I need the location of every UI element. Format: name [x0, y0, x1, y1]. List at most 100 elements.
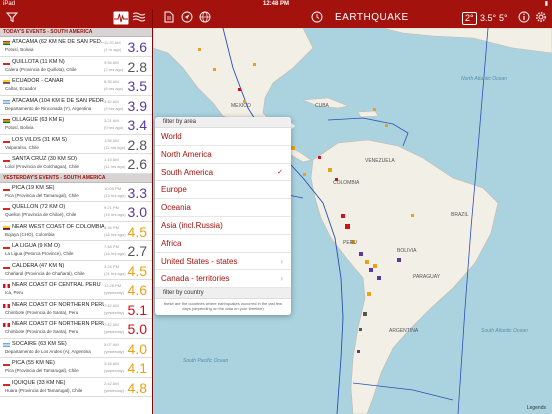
document-icon[interactable]: [161, 11, 177, 28]
quake-marker: [359, 328, 362, 331]
area-option-label: North America: [161, 149, 212, 159]
event-magnitude: 2.8: [127, 136, 147, 153]
event-time: 10:00 PM: [104, 185, 122, 191]
quake-marker: [373, 264, 377, 268]
filter-popover: filter by area World North America South A…: [155, 117, 291, 315]
area-option[interactable]: Europe: [155, 181, 291, 200]
map-label-south-atlantic: South Atlantic Ocean: [481, 328, 528, 334]
flag-chile-icon: [3, 138, 10, 143]
event-time: 9:56 AM: [104, 59, 119, 65]
event-ago: (16 hrs ago): [104, 251, 126, 256]
quake-marker: [253, 63, 256, 66]
event-row[interactable]: IQUIQUE (33 KM NE) Huara (Provincia del T…: [0, 378, 152, 397]
event-row[interactable]: ATACAMA (104 KM E DE SAN PEDRO) Departame…: [0, 96, 152, 115]
event-region: La Ligua (Petorca Province), Chile: [5, 251, 74, 256]
event-row[interactable]: OLLAGÜE (63 KM E) Potosí, Bolivia 3:21 AM (…: [0, 115, 152, 135]
event-place: LA LIGUA (9 KM O): [12, 243, 60, 249]
area-option[interactable]: South America ✓: [155, 164, 291, 182]
event-place: PICA (55 KM NE): [12, 360, 55, 366]
globe-icon[interactable]: [197, 11, 213, 28]
flag-chile-icon: [3, 60, 10, 65]
event-place: CALDERA (47 KM N): [12, 262, 65, 269]
event-row[interactable]: ATACAMA (62 KM NE DE SAN PED... Potosí, B…: [0, 37, 152, 57]
event-row[interactable]: PICA (19 KM SE) Pica (Provincia del Tamar…: [0, 183, 152, 202]
map-label-brazil: BRAZIL: [451, 212, 469, 218]
event-row[interactable]: SOCAIRE (63 KM SE) Departamento de Los An…: [0, 339, 152, 358]
area-option[interactable]: United States - states ›: [155, 253, 291, 271]
quake-marker: [411, 214, 414, 217]
event-place: SOCAIRE (63 KM SE): [12, 340, 67, 347]
event-place: ATACAMA (62 KM NE DE SAN PED...: [12, 39, 104, 45]
magnitude-filter-3-5[interactable]: 3.5°: [480, 12, 496, 25]
filter-icon[interactable]: [4, 11, 20, 28]
event-row[interactable]: NEAR COAST OF NORTHERN PERU Chimbote (Pro…: [0, 300, 152, 319]
area-option[interactable]: Africa: [155, 235, 291, 253]
event-row[interactable]: SANTA CRUZ (30 KM SO) Lolol (Provincia de…: [0, 154, 152, 174]
event-magnitude: 3.0: [127, 204, 147, 220]
status-bar: iPad 12:48 PM ▮: [0, 0, 552, 9]
quake-marker: [213, 68, 216, 71]
event-row[interactable]: CALDERA (47 KM N) Chañaral (Provincia de …: [0, 261, 152, 280]
event-row[interactable]: NEAR COAST OF CENTRAL PERU Ica, Peru 12:28…: [0, 280, 152, 300]
event-region: Calera (Provincia de Quillota), Chile: [5, 66, 77, 72]
event-row[interactable]: ECUADOR - CAÑAR Cañar, Ecuador 6:35 AM (6 h…: [0, 76, 152, 96]
section-header: YESTERDAY'S EVENTS - SOUTH AMERICA: [0, 173, 152, 183]
event-time: 7:42 AM: [104, 322, 119, 327]
event-magnitude: 5.1: [127, 301, 147, 318]
area-option[interactable]: Asia (incl.Russia): [155, 217, 291, 235]
quake-marker: [345, 224, 350, 229]
area-option[interactable]: Oceania: [155, 199, 291, 217]
map-label-venezuela: VENEZUELA: [365, 158, 395, 164]
event-row[interactable]: QUILLOTA (11 KM N) Calera (Provincia de Q…: [0, 57, 152, 76]
event-region: Cañar, Ecuador: [5, 86, 37, 91]
event-magnitude: 3.4: [127, 117, 147, 133]
area-option[interactable]: World: [155, 128, 291, 146]
event-row[interactable]: NEAR COAST OF NORTHERN PERU Chimbote (Pro…: [0, 319, 152, 339]
event-time: 7:42 AM: [104, 302, 119, 308]
area-option-label: Canada - territories: [161, 274, 230, 284]
area-option-label: Asia (incl.Russia): [161, 220, 223, 230]
event-ago: (21 hrs ago): [104, 270, 126, 276]
event-ago: (16 hrs ago): [104, 231, 126, 237]
event-magnitude: 3.3: [127, 184, 147, 201]
map-legends-link[interactable]: Legends: [527, 405, 546, 411]
location-arrow-icon[interactable]: [179, 11, 195, 28]
event-time: 1:15 AM: [104, 157, 119, 162]
event-place: OLLAGÜE (63 KM E): [12, 117, 65, 123]
quake-marker: [369, 268, 373, 272]
event-magnitude: 4.8: [127, 379, 147, 396]
event-ago: (yesterday): [104, 368, 125, 373]
flag-chile-icon: [3, 158, 10, 162]
event-region: Chimbote (Provincia de Santa), Peru: [5, 309, 79, 315]
event-ago: (yesterday): [104, 387, 125, 393]
map-label-paraguay: PARAGUAY: [413, 274, 441, 280]
gear-icon[interactable]: [533, 11, 549, 28]
history-icon[interactable]: [309, 11, 325, 28]
area-option[interactable]: North America: [155, 146, 291, 164]
event-time: 12:28 PM: [104, 283, 122, 288]
area-option[interactable]: Canada - territories ›: [155, 270, 291, 289]
event-place: NEAR COAST OF NORTHERN PERU: [12, 301, 104, 308]
magnitude-filter-5[interactable]: 5°: [499, 12, 508, 25]
event-list[interactable]: TODAY'S EVENTS - SOUTH AMERICA ATACAMA (6…: [0, 28, 152, 414]
wave-icon[interactable]: [131, 11, 147, 28]
app-title: EARTHQUAKE: [335, 12, 409, 23]
info-icon[interactable]: [516, 11, 532, 28]
event-place: IQUIQUE (33 KM NE): [12, 379, 66, 386]
north-america-landmass: [153, 28, 314, 129]
event-row[interactable]: QUELLÓN (72 KM O) Quellon (Provincia de C…: [0, 202, 152, 222]
event-place: QUELLÓN (72 KM O): [12, 204, 66, 210]
event-region: Ica, Peru: [5, 290, 24, 295]
event-row[interactable]: LA LIGUA (9 KM O) La Ligua (Petorca Provi…: [0, 241, 152, 261]
magnitude-filter-2[interactable]: 2°: [462, 12, 477, 25]
event-row[interactable]: LOS VILOS (31 KM S) Valparaíso, Chile 1:56…: [0, 135, 152, 154]
map-label-mexico: MEXICO: [231, 103, 251, 109]
north-landmass: [382, 28, 552, 54]
section-header: TODAY'S EVENTS - SOUTH AMERICA: [0, 28, 152, 37]
event-row[interactable]: PICA (55 KM NE) Pica (Provincia del Tamar…: [0, 358, 152, 378]
area-option-label: Europe: [161, 185, 187, 195]
event-place: SANTA CRUZ (30 KM SO): [12, 156, 77, 162]
event-row[interactable]: NEAR WEST COAST OF COLOMBIA Bojaya (CHO),…: [0, 222, 152, 241]
quake-marker: [318, 156, 321, 159]
event-magnitude: 3.5: [127, 78, 147, 94]
